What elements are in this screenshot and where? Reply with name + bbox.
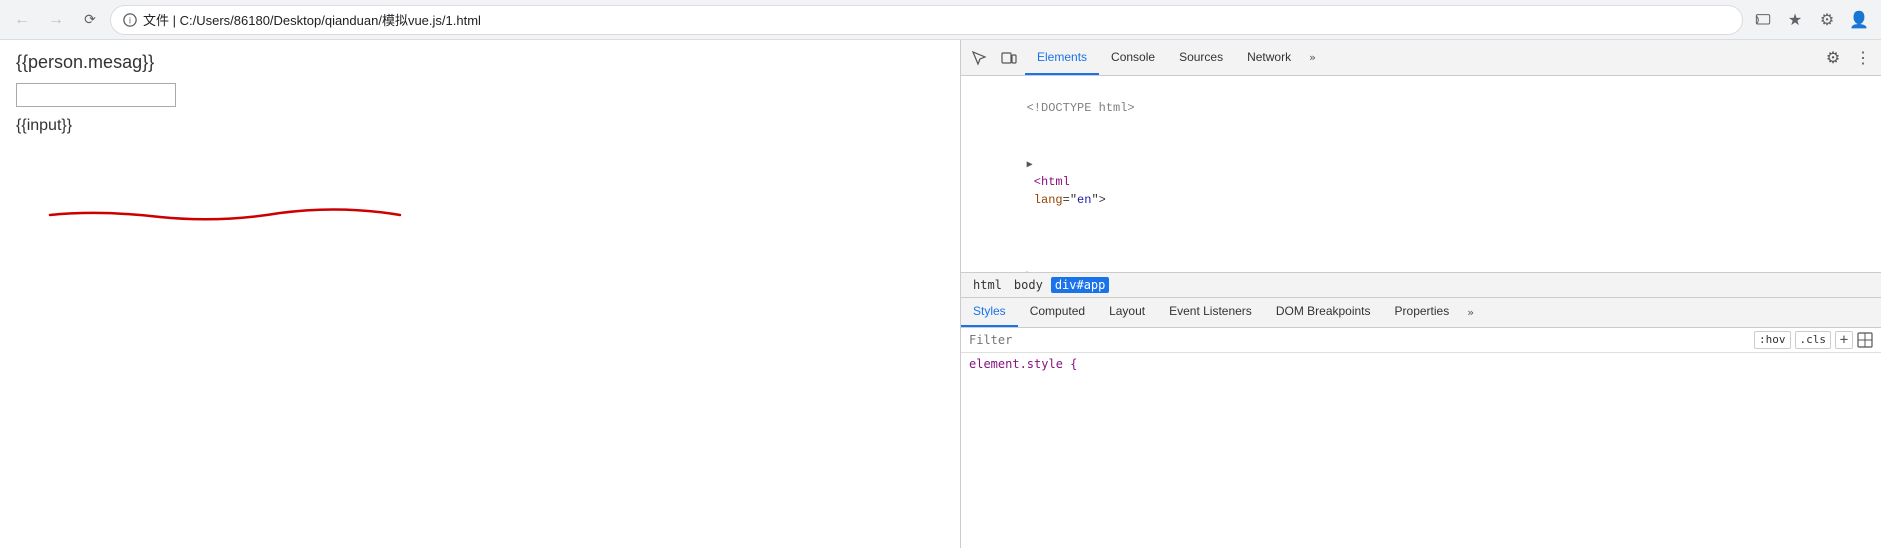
cast-button[interactable] <box>1749 6 1777 34</box>
extensions-button[interactable]: ⚙ <box>1813 6 1841 34</box>
filter-layout-icon[interactable] <box>1857 331 1873 349</box>
inspect-element-button[interactable] <box>965 44 993 72</box>
breadcrumb-body[interactable]: body <box>1010 277 1047 293</box>
bookmark-button[interactable]: ★ <box>1781 6 1809 34</box>
devtools-menu-button[interactable]: ⋮ <box>1849 44 1877 72</box>
devtools-style-content: element.style { <box>961 353 1881 548</box>
bottom-tab-more-button[interactable]: » <box>1461 298 1480 327</box>
devtools-filter-bar: :hov .cls + <box>961 328 1881 353</box>
address-bar[interactable]: i 文件 | C:/Users/86180/Desktop/qianduan/模… <box>110 5 1743 35</box>
bottom-tab-layout[interactable]: Layout <box>1097 298 1157 327</box>
element-style-selector: element.style { <box>969 357 1077 371</box>
secure-icon: i <box>123 13 137 27</box>
devtools-panel: Elements Console Sources Network » ⚙ ⋮ <… <box>960 40 1881 548</box>
main-area: {{person.mesag}} {{input}} Elements <box>0 40 1881 548</box>
browser-actions: ★ ⚙ 👤 <box>1749 6 1873 34</box>
filter-input[interactable] <box>969 333 1746 347</box>
address-text: 文件 | C:/Users/86180/Desktop/qianduan/模拟v… <box>143 10 1730 29</box>
device-toolbar-button[interactable] <box>995 44 1023 72</box>
browser-chrome: ← → ⟳ i 文件 | C:/Users/86180/Desktop/qian… <box>0 0 1881 40</box>
devtools-toolbar: Elements Console Sources Network » ⚙ ⋮ <box>961 40 1881 76</box>
red-annotation-line <box>40 195 420 235</box>
page-content: {{person.mesag}} {{input}} <box>0 40 960 548</box>
html-panel: <!DOCTYPE html> ▶ <html lang="en"> ▶ <he… <box>961 76 1881 272</box>
bottom-tab-styles[interactable]: Styles <box>961 298 1018 327</box>
devtools-tabs: Elements Console Sources Network » <box>1025 40 1817 75</box>
forward-button[interactable]: → <box>42 6 70 34</box>
breadcrumb-html[interactable]: html <box>969 277 1006 293</box>
devtools-breadcrumb: html body div#app <box>961 272 1881 298</box>
bottom-tab-computed[interactable]: Computed <box>1018 298 1097 327</box>
tab-elements[interactable]: Elements <box>1025 40 1099 75</box>
page-input[interactable] <box>16 83 176 107</box>
expand-html[interactable]: ▶ <box>1027 160 1033 171</box>
bottom-tab-properties[interactable]: Properties <box>1383 298 1462 327</box>
page-text1: {{person.mesag}} <box>16 52 944 73</box>
devtools-bottom-tabs: Styles Computed Layout Event Listeners D… <box>961 298 1881 328</box>
reload-button[interactable]: ⟳ <box>76 6 104 34</box>
breadcrumb-div-app[interactable]: div#app <box>1051 277 1110 293</box>
devtools-settings-button[interactable]: ⚙ <box>1819 44 1847 72</box>
filter-hover-badge[interactable]: :hov <box>1754 331 1791 349</box>
filter-badges: :hov .cls + <box>1754 331 1873 349</box>
back-button[interactable]: ← <box>8 6 36 34</box>
bottom-tab-dom-breakpoints[interactable]: DOM Breakpoints <box>1264 298 1383 327</box>
bottom-tab-event-listeners[interactable]: Event Listeners <box>1157 298 1264 327</box>
filter-cls-badge[interactable]: .cls <box>1795 331 1832 349</box>
svg-text:i: i <box>129 15 131 25</box>
html-line-doctype[interactable]: <!DOCTYPE html> <box>961 80 1881 136</box>
tab-sources[interactable]: Sources <box>1167 40 1235 75</box>
html-line-head[interactable]: ▶ <head>…</head> <box>961 228 1881 272</box>
page-text2: {{input}} <box>16 117 944 135</box>
devtools-more-tabs-button[interactable]: » <box>1303 40 1322 75</box>
filter-add-button[interactable]: + <box>1835 331 1853 349</box>
tab-network[interactable]: Network <box>1235 40 1303 75</box>
html-line-html[interactable]: ▶ <html lang="en"> <box>961 136 1881 228</box>
tab-console[interactable]: Console <box>1099 40 1167 75</box>
profile-button[interactable]: 👤 <box>1845 6 1873 34</box>
